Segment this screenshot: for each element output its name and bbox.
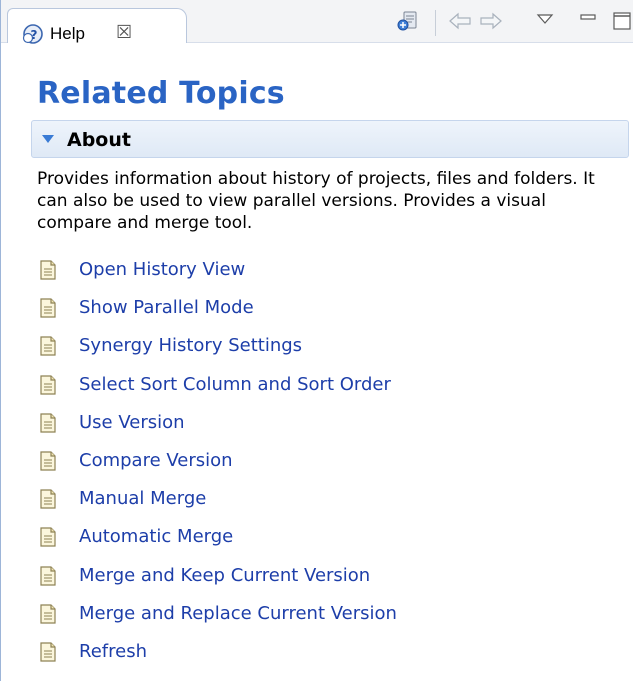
topic-link[interactable]: Use Version — [79, 411, 185, 435]
section-label: About — [67, 129, 131, 151]
svg-text:?: ? — [31, 28, 38, 42]
topic-link[interactable]: Synergy History Settings — [79, 334, 302, 358]
topic-link[interactable]: Open History View — [79, 258, 245, 282]
document-icon — [40, 604, 56, 624]
document-icon — [40, 565, 56, 586]
maximize-icon[interactable] — [611, 9, 633, 33]
topic-link[interactable]: Compare Version — [79, 449, 233, 473]
help-icon: ? — [22, 24, 43, 44]
document-icon — [40, 527, 56, 547]
section-description: Provides information about history of pr… — [37, 169, 595, 233]
topic-link[interactable]: Select Sort Column and Sort Order — [79, 373, 391, 397]
topic-link[interactable]: Manual Merge — [79, 487, 206, 511]
page-title: Related Topics — [37, 76, 285, 111]
document-icon — [40, 260, 56, 280]
back-arrow-icon[interactable] — [446, 9, 474, 33]
close-icon[interactable]: ☒ — [116, 21, 132, 43]
document-icon — [40, 413, 56, 433]
tab-label: Help — [50, 24, 85, 43]
document-icon — [40, 451, 56, 471]
document-icon — [40, 336, 56, 356]
toolbar-separator — [435, 10, 436, 36]
section-header-about[interactable]: About — [31, 120, 629, 158]
help-view: ? Help ☒ Related Topics About Provides i… — [0, 0, 633, 681]
topic-link[interactable]: Show Parallel Mode — [79, 296, 254, 320]
topic-link[interactable]: Refresh — [79, 640, 147, 664]
document-icon — [40, 298, 56, 318]
document-icon — [40, 642, 56, 662]
topic-link[interactable]: Merge and Replace Current Version — [79, 602, 397, 626]
view-menu-icon[interactable] — [536, 9, 554, 33]
minimize-icon[interactable] — [578, 9, 598, 33]
document-icon — [40, 489, 56, 509]
forward-arrow-icon[interactable] — [477, 9, 505, 33]
document-icon — [40, 374, 56, 395]
bookmark-icon[interactable] — [395, 9, 421, 33]
help-tab[interactable]: ? Help ☒ — [7, 8, 187, 44]
view-title-bar: ? Help ☒ — [1, 0, 633, 44]
expand-toggle-icon[interactable] — [42, 135, 54, 143]
topic-link[interactable]: Automatic Merge — [79, 525, 233, 549]
topic-link[interactable]: Merge and Keep Current Version — [79, 564, 370, 588]
